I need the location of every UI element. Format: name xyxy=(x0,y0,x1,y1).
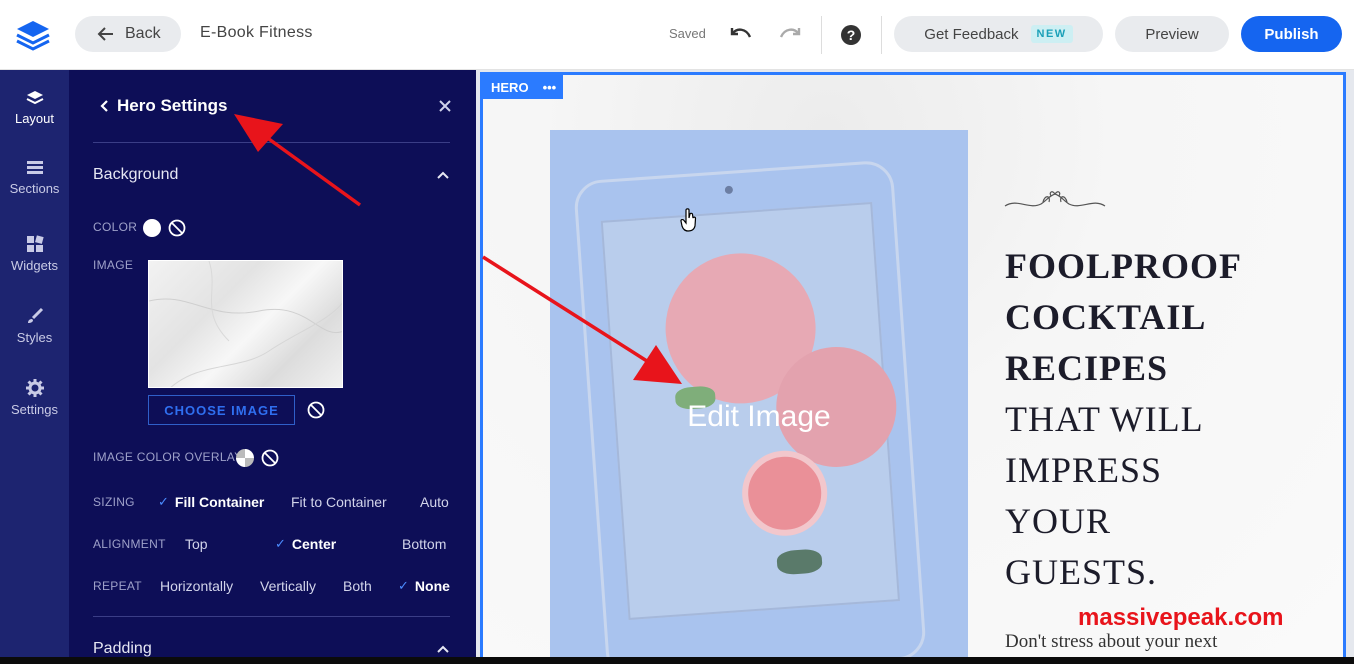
check-icon: ✓ xyxy=(398,578,409,593)
preview-button[interactable]: Preview xyxy=(1115,16,1229,52)
sections-icon xyxy=(26,161,43,174)
color-swatch[interactable] xyxy=(143,219,161,237)
choose-image-button[interactable]: CHOOSE IMAGE xyxy=(148,395,295,425)
get-feedback-label: Get Feedback xyxy=(924,25,1019,43)
mint-leaf xyxy=(776,548,823,576)
toolbar-divider xyxy=(821,16,822,54)
hero-image[interactable]: Edit Image xyxy=(550,130,968,661)
hero-subtext[interactable]: Don't stress about your next xyxy=(1005,631,1217,653)
check-icon: ✓ xyxy=(275,536,286,551)
get-feedback-button[interactable]: Get Feedback NEW xyxy=(894,16,1103,52)
option-label: Center xyxy=(291,536,337,552)
arrow-left-icon xyxy=(97,27,113,41)
help-icon[interactable]: ? xyxy=(838,22,864,48)
rail-item-label: Layout xyxy=(14,111,55,126)
saved-status: Saved xyxy=(669,26,706,41)
left-rail: Layout Sections Widgets Styles Settings xyxy=(0,70,69,664)
panel-title-text: Hero Settings xyxy=(117,96,228,115)
alignment-center[interactable]: ✓ Center xyxy=(275,536,336,552)
undo-icon[interactable] xyxy=(728,22,754,48)
option-label: None xyxy=(414,578,450,594)
overlay-label: IMAGE COLOR OVERLAY xyxy=(93,450,243,464)
alignment-top[interactable]: Top xyxy=(185,536,208,552)
rail-item-label: Sections xyxy=(9,181,60,196)
publish-button[interactable]: Publish xyxy=(1241,16,1342,52)
layers-logo-icon[interactable] xyxy=(14,18,52,52)
ornament-divider-icon xyxy=(1004,191,1106,207)
headline-line: GUESTS. xyxy=(1005,552,1158,592)
repeat-both[interactable]: Both xyxy=(343,578,372,594)
remove-image-icon[interactable] xyxy=(307,401,325,419)
rail-item-label: Styles xyxy=(16,330,53,345)
headline-line: YOUR xyxy=(1005,501,1112,541)
headline-line: RECIPES xyxy=(1005,348,1169,388)
image-label: IMAGE xyxy=(93,258,134,272)
overlay-swatch[interactable] xyxy=(236,449,254,467)
hero-section-tag[interactable]: HERO ••• xyxy=(483,75,563,99)
hero-section[interactable]: HERO ••• Edit Image FOOLPROOF COCKTAIL R… xyxy=(480,72,1346,664)
repeat-horizontally[interactable]: Horizontally xyxy=(160,578,233,594)
editor-canvas: HERO ••• Edit Image FOOLPROOF COCKTAIL R… xyxy=(476,70,1354,664)
brush-icon xyxy=(27,307,43,323)
sizing-fit-to-container[interactable]: Fit to Container xyxy=(291,494,387,510)
option-label: Fill Container xyxy=(174,494,265,510)
camera-dot xyxy=(724,185,734,195)
chevron-up-icon xyxy=(437,645,449,653)
edit-image-overlay-label[interactable]: Edit Image xyxy=(550,400,968,434)
color-label: COLOR xyxy=(93,220,138,234)
more-options-icon[interactable]: ••• xyxy=(543,80,557,95)
close-icon[interactable] xyxy=(437,98,453,114)
gear-icon xyxy=(25,379,44,397)
repeat-label: REPEAT xyxy=(93,579,142,593)
chevron-left-icon xyxy=(100,100,108,112)
repeat-vertically[interactable]: Vertically xyxy=(260,578,316,594)
new-badge: NEW xyxy=(1030,25,1073,43)
background-section-header[interactable]: Background xyxy=(93,166,450,184)
rail-item-label: Settings xyxy=(11,402,58,417)
rail-item-widgets[interactable]: Widgets xyxy=(0,235,69,273)
project-title[interactable]: E-Book Fitness xyxy=(200,24,313,42)
back-button-label: Back xyxy=(125,25,161,42)
hand-pointer-icon xyxy=(680,208,697,232)
back-button[interactable]: Back xyxy=(75,16,181,52)
chevron-up-icon xyxy=(437,171,449,179)
repeat-none[interactable]: ✓ None xyxy=(398,578,450,594)
panel-title[interactable]: Hero Settings xyxy=(99,96,228,116)
toolbar-divider xyxy=(881,16,882,54)
bottom-edge xyxy=(0,657,1354,664)
rail-item-sections[interactable]: Sections xyxy=(0,160,69,196)
background-heading: Background xyxy=(93,166,179,183)
headline-line: FOOLPROOF xyxy=(1005,246,1242,286)
rail-item-label: Widgets xyxy=(11,258,58,273)
layers-icon xyxy=(26,91,43,105)
svg-text:?: ? xyxy=(847,27,856,43)
background-image-thumbnail[interactable] xyxy=(148,260,343,388)
hero-headline[interactable]: FOOLPROOF COCKTAIL RECIPES THAT WILL IMP… xyxy=(1005,241,1242,598)
headline-line: COCKTAIL xyxy=(1005,297,1207,337)
sizing-fill-container[interactable]: ✓ Fill Container xyxy=(158,494,264,510)
widgets-icon xyxy=(26,235,44,252)
section-tag-label: HERO xyxy=(491,79,529,95)
check-icon: ✓ xyxy=(158,494,169,509)
rail-item-styles[interactable]: Styles xyxy=(0,307,69,345)
rail-item-layout[interactable]: Layout xyxy=(0,90,69,126)
alignment-bottom[interactable]: Bottom xyxy=(402,536,446,552)
watermark: massivepeak.com xyxy=(1078,604,1284,631)
divider xyxy=(93,616,450,617)
divider xyxy=(93,142,450,143)
no-overlay-icon[interactable] xyxy=(261,449,279,467)
alignment-label: ALIGNMENT xyxy=(93,537,166,551)
no-color-icon[interactable] xyxy=(168,219,186,237)
padding-section-header[interactable]: Padding xyxy=(93,640,450,658)
redo-icon[interactable] xyxy=(777,22,803,48)
sizing-label: SIZING xyxy=(93,495,135,509)
padding-heading: Padding xyxy=(93,640,152,657)
rail-item-settings[interactable]: Settings xyxy=(0,379,69,417)
headline-line: THAT WILL xyxy=(1005,399,1204,439)
sizing-auto[interactable]: Auto xyxy=(420,494,449,510)
hero-settings-panel: Hero Settings Background COLOR IMAGE CHO… xyxy=(69,70,476,664)
headline-line: IMPRESS xyxy=(1005,450,1163,490)
top-bar: Back E-Book Fitness Saved ? Get Feedback… xyxy=(0,0,1354,70)
